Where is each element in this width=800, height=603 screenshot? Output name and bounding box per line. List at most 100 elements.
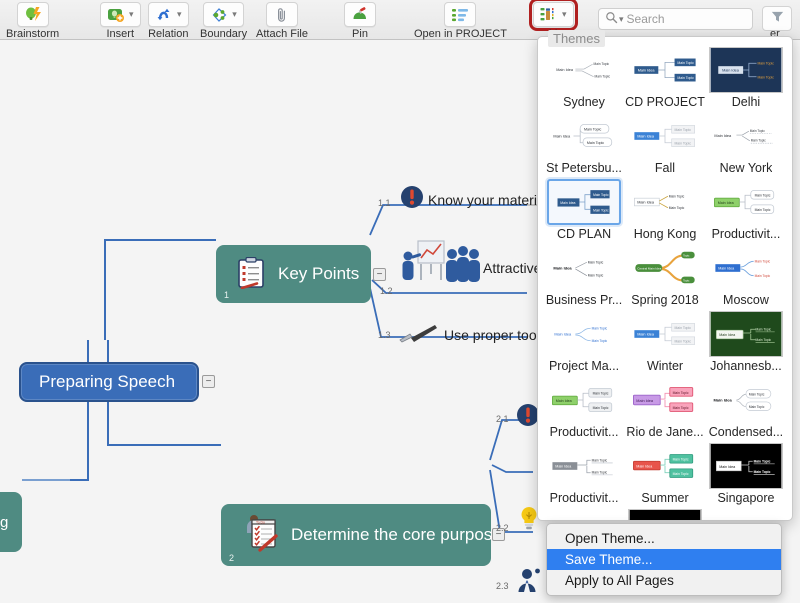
open-in-project-button[interactable] (444, 2, 477, 27)
menu-item-apply-to-all-pages[interactable]: Apply to All Pages (547, 570, 781, 591)
theme-cell[interactable]: Main Idea Main Topic Main Topic Singapor… (706, 441, 786, 507)
theme-cell[interactable]: Main Idea Main Topic Main Topic Fall (624, 111, 706, 177)
svg-text:Main Topic: Main Topic (594, 62, 610, 66)
themes-button[interactable]: ▾ (529, 0, 578, 31)
theme-name: Moscow (723, 293, 769, 307)
branch-key-points-collapse-toggle[interactable]: − (373, 268, 386, 281)
svg-text:Main Idea: Main Idea (714, 134, 732, 138)
theme-cell[interactable]: Main Idea Main Topic Main Topic Producti… (706, 177, 786, 243)
theme-thumbnail: Main Idea Main Topic Main Topic (710, 246, 782, 290)
menu-item-open-theme[interactable]: Open Theme... (547, 528, 781, 549)
relation-button[interactable]: ▾ (148, 2, 189, 27)
root-collapse-toggle[interactable]: − (202, 375, 215, 388)
attach-file-button[interactable] (265, 2, 298, 27)
mindmap-branch-core-purpose[interactable]: 2 To Do Determine the core purpose (221, 504, 502, 566)
theme-cell[interactable]: Main Idea Main Topic Main Topic Hong Kon… (624, 177, 706, 243)
theme-cell[interactable]: Main Idea Main Topic Main Topic Winter (624, 309, 706, 375)
search-scope-chevron-icon[interactable]: ▾ (619, 14, 624, 25)
toolbar-item-attach-file[interactable]: Attach File (256, 2, 308, 40)
theme-cell[interactable]: Main Idea Main Topic Main Topic Producti… (544, 441, 624, 507)
businessman-icon (516, 567, 542, 597)
svg-text:Main Idea: Main Idea (718, 201, 735, 205)
toolbar-item-brainstorm[interactable]: Brainstorm (6, 2, 59, 40)
svg-text:Main Idea: Main Idea (560, 201, 575, 205)
open-in-project-icon (451, 6, 469, 24)
theme-cell-selected[interactable]: Main Idea Main Topic Main Topic CD PLAN (544, 177, 624, 243)
theme-name: Johannesb... (710, 359, 782, 373)
theme-cell[interactable]: Main Idea Main Topic Main Topic Producti… (544, 375, 624, 441)
theme-cell[interactable]: Main Idea Main Topic Main Topic Project … (544, 309, 624, 375)
theme-thumbnail: Central Main Idea Topic Topic (629, 246, 701, 290)
theme-name: Business Pr... (545, 293, 623, 307)
pin-button[interactable] (344, 2, 376, 27)
boundary-button[interactable]: ▾ (203, 2, 244, 27)
theme-cell[interactable]: Main Idea Main Topic Main Topic Delhi (706, 45, 786, 111)
mindmap-branch-key-points[interactable]: 1 Key Points (216, 245, 371, 303)
theme-cell[interactable]: Main Idea Main Topic Main Topic Summer (624, 441, 706, 507)
brainstorm-button[interactable] (16, 2, 49, 27)
svg-text:Main Idea: Main Idea (553, 265, 572, 270)
menu-item-save-theme[interactable]: Save Theme... (547, 549, 781, 570)
branch-label: Determine the core purpose (291, 525, 502, 544)
svg-text:Topic: Topic (603, 519, 610, 521)
theme-context-menu[interactable]: Open Theme... Save Theme... Apply to All… (546, 523, 782, 596)
theme-cell[interactable]: Central Main Idea Topic Topic Productivi… (544, 507, 624, 521)
mindmap-partial-node[interactable]: g (0, 492, 22, 552)
theme-cell[interactable]: Main Idea Main Topic Main Topic Moscow (706, 243, 786, 309)
themes-panel[interactable]: Main Idea Main Topic Main Topic Sydney M… (537, 36, 793, 521)
toolbar-item-open-in-project[interactable]: Open in PROJECT (414, 2, 507, 40)
theme-cell[interactable]: Main Idea Main Topic Main Topic Sydney (544, 45, 624, 111)
theme-name: Productivit... (711, 227, 781, 241)
svg-text:Main Topic: Main Topic (750, 129, 765, 133)
chevron-down-icon[interactable]: ▾ (232, 9, 237, 20)
search-icon (605, 11, 618, 27)
collapse-minus-icon: − (205, 375, 212, 387)
svg-text:Main Topic: Main Topic (592, 459, 608, 463)
subtopic-label[interactable]: Know your material (428, 192, 548, 208)
theme-thumbnail: Main Idea Main Topic Main Topic (548, 246, 620, 290)
theme-name: Hong Kong (633, 227, 697, 241)
theme-cell[interactable]: Main Idea Main Topic Main Topic Condense… (706, 375, 786, 441)
theme-cell[interactable]: Main Idea Main Topic Main Topic Spring (706, 507, 786, 520)
boundary-icon (210, 6, 228, 24)
chevron-down-icon[interactable]: ▾ (129, 9, 134, 20)
theme-cell[interactable]: Main Idea Main Topic Main Topic St Peter… (544, 111, 624, 177)
search-input[interactable]: ▾ Search (598, 8, 753, 30)
theme-thumbnail: Main Idea Main Topic Main Topic (548, 444, 620, 488)
svg-text:Main Topic: Main Topic (756, 328, 772, 332)
insert-button[interactable]: ▾ (100, 2, 141, 27)
theme-cell[interactable]: Main Idea Main Topic Main Topic Johannes… (706, 309, 786, 375)
theme-thumbnail: Main Idea Main Topic Main Topic (548, 48, 620, 92)
toolbar-label-pin: Pin (352, 28, 368, 40)
theme-thumbnail: Main Idea Main Topic Main Topic (548, 114, 620, 158)
theme-cell[interactable]: Main Idea Main Topic Main Topic Business… (544, 243, 624, 309)
theme-cell[interactable]: Main Idea Main Topic Main Topic Rio de J… (624, 375, 706, 441)
theme-cell[interactable]: Main Idea Main Topic Main Topic Istanbul (624, 507, 706, 520)
svg-text:Main Topic: Main Topic (755, 208, 771, 212)
theme-thumbnail: Main Idea Main Topic Main Topic (547, 179, 622, 225)
svg-text:Topic: Topic (683, 254, 690, 258)
toolbar-item-filter-label: er (770, 2, 780, 40)
subtopic-number: 1.2 (380, 286, 393, 296)
chevron-down-icon[interactable]: ▾ (177, 9, 182, 20)
toolbar-label-attach-file: Attach File (256, 28, 308, 40)
subtopic-number: 1.1 (378, 198, 391, 208)
theme-cell[interactable]: Central Main Idea Topic Topic Spring 201… (624, 243, 706, 309)
toolbar-label-boundary: Boundary (200, 28, 248, 40)
theme-cell[interactable]: Main Idea Main Topic Main Topic CD PROJE… (624, 45, 706, 111)
chevron-down-icon[interactable]: ▾ (562, 9, 567, 20)
insert-icon (107, 6, 125, 24)
toolbar-item-boundary[interactable]: ▾ Boundary (200, 2, 247, 40)
presentation-icon (396, 240, 482, 294)
map-theme-icon (540, 6, 558, 24)
mindmap-root-label: Preparing Speech (39, 372, 176, 391)
svg-text:Main Idea: Main Idea (719, 465, 736, 469)
mindmap-root-node[interactable]: Preparing Speech (19, 362, 199, 402)
toolbar-item-relation[interactable]: ▾ Relation (148, 2, 189, 40)
toolbar-item-insert[interactable]: ▾ Insert (100, 2, 141, 40)
toolbar-item-pin[interactable]: Pin (344, 2, 376, 40)
svg-text:Main Topic: Main Topic (593, 208, 609, 212)
theme-cell[interactable]: Main Idea Main Topic Main Topic New York (706, 111, 786, 177)
svg-text:Main Topic: Main Topic (754, 460, 771, 464)
subtopic-label[interactable]: Use proper tool (444, 327, 540, 343)
